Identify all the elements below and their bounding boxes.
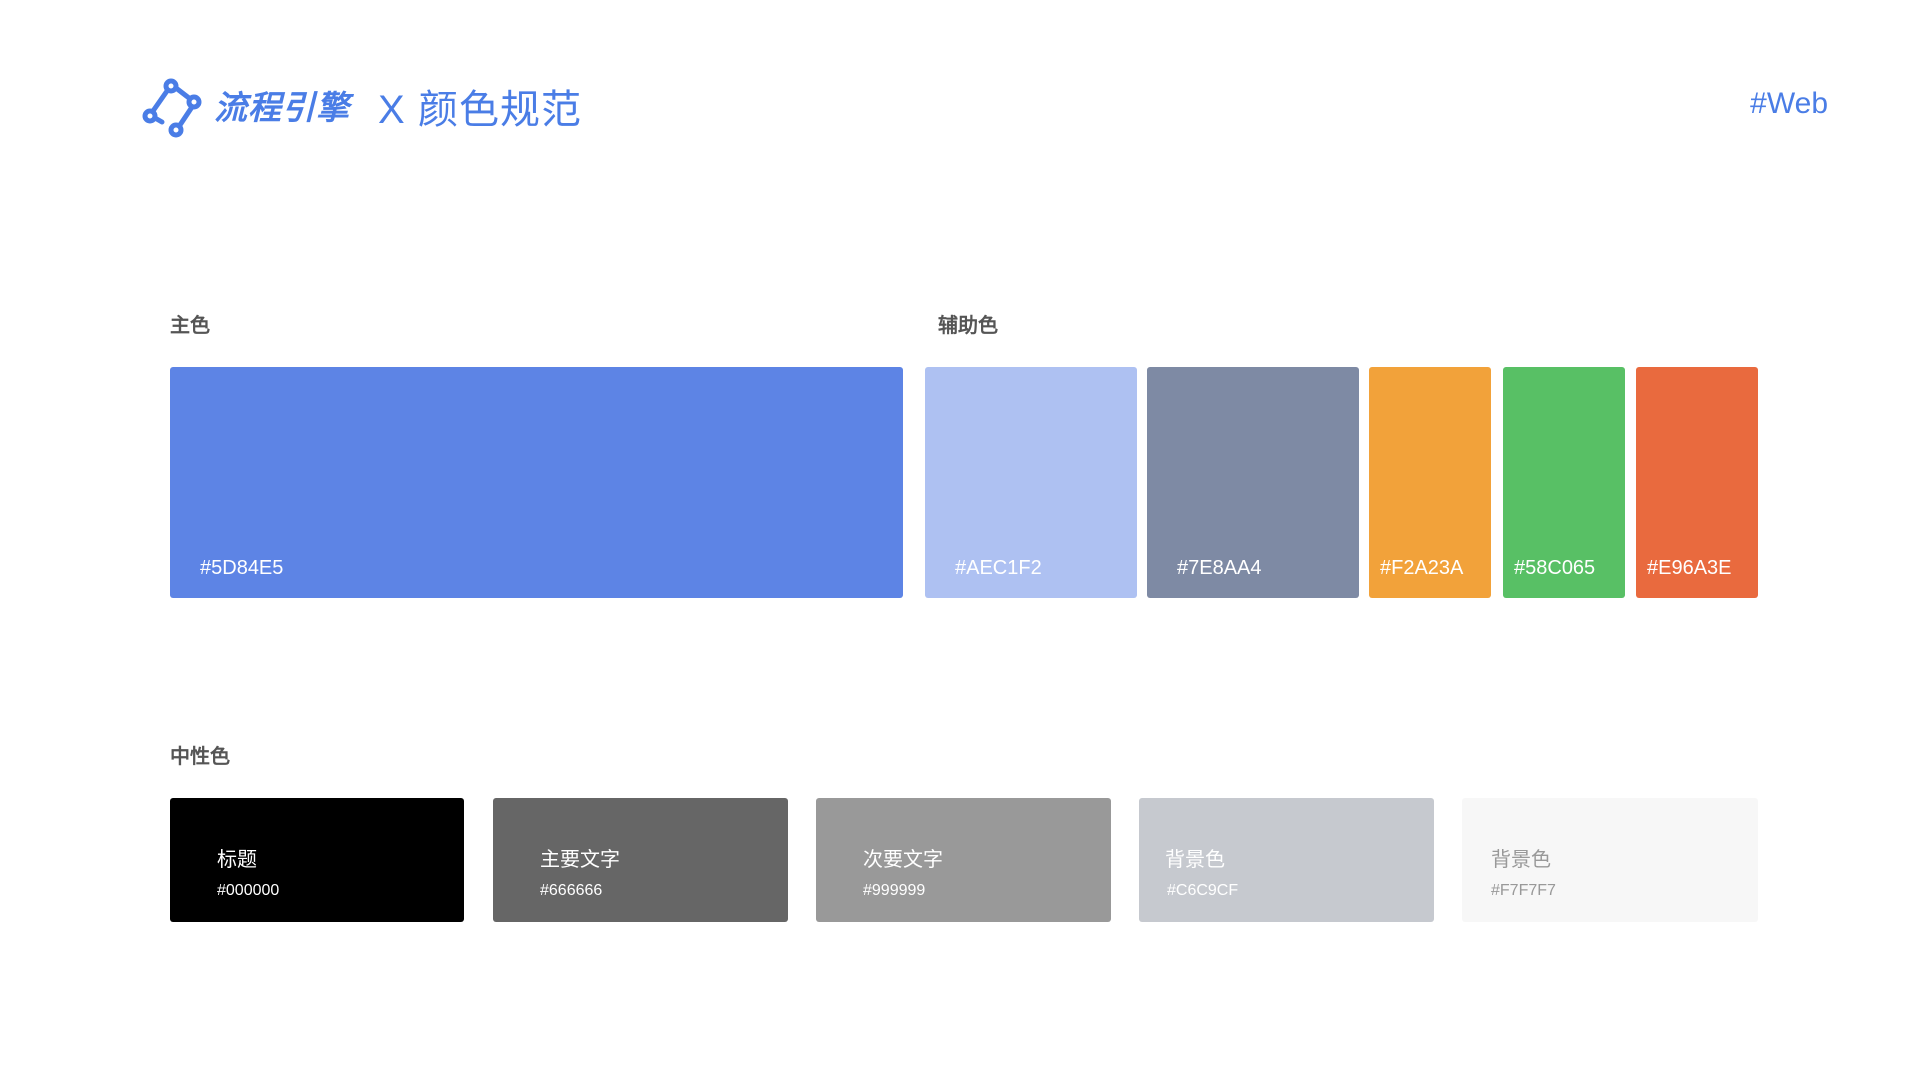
secondary-swatch: #F2A23A: [1369, 367, 1491, 598]
swatch-code: #666666: [540, 882, 603, 899]
secondary-swatch: #AEC1F2: [925, 367, 1137, 598]
page-title: 颜色规范: [418, 87, 582, 133]
neutral-swatch: 标题 #000000: [170, 798, 464, 922]
neutral-swatch: 背景色 #F7F7F7: [1462, 798, 1758, 922]
secondary-section-label: 辅助色: [938, 313, 998, 337]
swatch-code: #F2A23A: [1380, 557, 1464, 579]
primary-swatch: #5D84E5: [170, 367, 903, 598]
flow-nodes-icon: [142, 78, 202, 138]
swatch-name: 次要文字: [863, 847, 943, 871]
swatch-code: #C6C9CF: [1167, 882, 1239, 899]
swatch-name: 背景色: [1491, 847, 1551, 871]
swatch-code: #7E8AA4: [1177, 557, 1262, 579]
swatch-code: #000000: [217, 882, 280, 899]
neutral-swatch: 主要文字 #666666: [493, 798, 788, 922]
swatch-code: #58C065: [1514, 557, 1596, 579]
secondary-swatch: #E96A3E: [1636, 367, 1758, 598]
swatch-code: #5D84E5: [200, 557, 284, 579]
neutral-swatch: 背景色 #C6C9CF: [1139, 798, 1434, 922]
swatch-code: #999999: [863, 882, 926, 899]
color-spec-page: 流程引擎 X 颜色规范 #Web 主色 #5D84E5 辅助色 #AEC1F2 …: [0, 0, 1920, 1080]
title-separator: X: [378, 88, 405, 132]
swatch-name: 背景色: [1165, 847, 1225, 871]
platform-tag: #Web: [1750, 87, 1828, 120]
swatch-name: 主要文字: [540, 847, 620, 871]
neutral-section-label: 中性色: [170, 744, 230, 768]
swatch-code: #F7F7F7: [1491, 882, 1556, 899]
brand-name: 流程引擎: [214, 88, 350, 127]
swatch-code: #AEC1F2: [955, 557, 1042, 579]
swatch-name: 标题: [217, 847, 257, 871]
primary-section-label: 主色: [170, 313, 210, 337]
neutral-swatch: 次要文字 #999999: [816, 798, 1111, 922]
secondary-swatch: #58C065: [1503, 367, 1625, 598]
swatch-code: #E96A3E: [1647, 557, 1732, 579]
secondary-swatch: #7E8AA4: [1147, 367, 1359, 598]
